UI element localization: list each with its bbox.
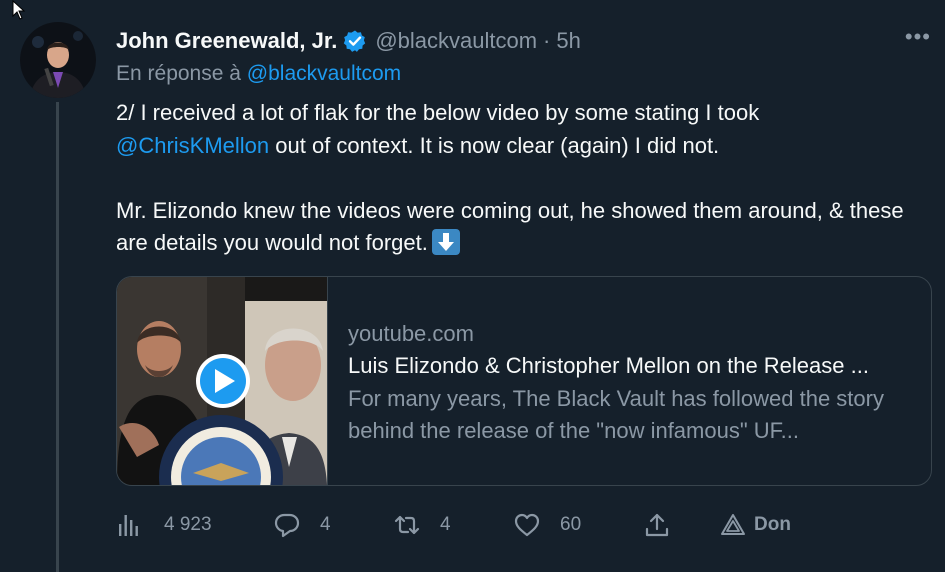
retweet-count: 4 (440, 514, 451, 535)
tweet-line-1: 2/ I received a lot of flak for the belo… (116, 100, 760, 125)
timestamp[interactable]: 5h (556, 28, 580, 54)
tweet-paragraph-2: Mr. Elizondo knew the videos were coming… (116, 197, 904, 256)
retweet-button[interactable]: 4 (394, 506, 451, 544)
action-bar: 4 923 4 4 60 Don (116, 506, 836, 544)
link-preview-card[interactable]: youtube.com Luis Elizondo & Christopher … (116, 276, 932, 486)
tweet-text: 2/ I received a lot of flak for the belo… (116, 97, 916, 260)
donate-label: Don (754, 514, 791, 535)
card-domain: youtube.com (348, 321, 474, 346)
like-count: 60 (560, 514, 582, 535)
reply-count: 4 (320, 514, 331, 535)
reply-context: En réponse à @blackvaultcom (116, 62, 401, 86)
reply-handle-link[interactable]: @blackvaultcom (247, 62, 401, 85)
separator-dot: · (543, 28, 551, 53)
views-chart-icon (119, 515, 138, 536)
reply-bubble-icon (274, 513, 300, 538)
reply-prefix: En réponse à (116, 62, 241, 85)
heart-icon (514, 513, 540, 537)
donate-triangle-icon (721, 514, 745, 535)
card-description: For many years, The Black Vault has foll… (348, 386, 884, 443)
like-button[interactable]: 60 (514, 506, 581, 544)
thread-line (56, 102, 59, 572)
reply-button[interactable]: 4 (274, 506, 331, 544)
display-name[interactable]: John Greenewald, Jr. (116, 28, 337, 54)
author-handle[interactable]: @blackvaultcom (375, 28, 537, 54)
down-arrow-emoji-icon (431, 229, 460, 255)
video-thumbnail[interactable] (117, 277, 327, 485)
tweet-line-2: out of context. It is now clear (again) … (269, 132, 720, 158)
views-button[interactable]: 4 923 (116, 506, 212, 544)
avatar[interactable] (20, 22, 96, 98)
share-button[interactable] (644, 506, 670, 544)
more-options-icon[interactable]: ••• (905, 24, 931, 50)
donate-button[interactable]: Don (720, 506, 791, 544)
views-count: 4 923 (164, 514, 212, 535)
mention-link[interactable]: @ChrisKMellon (116, 133, 269, 158)
share-upload-icon (645, 513, 669, 537)
card-body[interactable]: youtube.com Luis Elizondo & Christopher … (327, 277, 931, 485)
mouse-cursor-icon (12, 0, 26, 20)
card-title: Luis Elizondo & Christopher Mellon on th… (348, 353, 869, 378)
tweet-header: John Greenewald, Jr. @blackvaultcom · 5h (116, 26, 925, 56)
retweet-icon (394, 515, 420, 535)
verified-badge-icon (344, 30, 366, 52)
